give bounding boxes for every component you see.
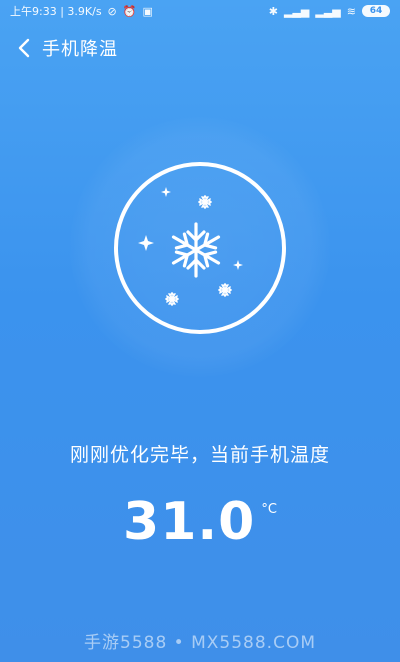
- status-bar: 上午9:33 | 3.9K/s ⊘ ⏰ ▣ ✱ ▂▃▅ ▂▃▅ ≋ 64: [0, 0, 400, 22]
- temperature-unit: °C: [261, 502, 277, 517]
- snowflake-icon: [171, 222, 221, 278]
- sparkle-icon: [161, 187, 171, 197]
- bluetooth-icon: ✱: [268, 4, 278, 18]
- small-snowflake-icon: [198, 195, 212, 209]
- notification-icon: ▣: [142, 4, 153, 18]
- temperature-readout: 31.0 °C: [0, 496, 400, 548]
- signal-icon: ▂▃▅: [315, 4, 341, 18]
- cooling-illustration: [138, 187, 243, 306]
- page-title: 手机降温: [42, 39, 118, 60]
- status-left: 上午9:33 | 3.9K/s ⊘ ⏰ ▣: [10, 3, 153, 19]
- temperature-value: 31.0: [123, 492, 256, 552]
- battery-indicator: 64: [362, 5, 390, 17]
- back-button[interactable]: [10, 32, 38, 64]
- signal-icon: ▂▃▅: [284, 4, 310, 18]
- nav-bar: 手机降温: [0, 28, 400, 68]
- alarm-icon: ⏰: [122, 4, 137, 18]
- wifi-icon: ≋: [346, 4, 356, 18]
- small-snowflake-icon: [165, 292, 179, 306]
- status-time-speed: 上午9:33 | 3.9K/s: [10, 5, 102, 18]
- optimization-message: 刚刚优化完毕，当前手机温度: [69, 444, 330, 466]
- sparkle-icon: [233, 260, 243, 270]
- status-right: ✱ ▂▃▅ ▂▃▅ ≋ 64: [269, 5, 390, 17]
- small-snowflake-icon: [218, 283, 232, 297]
- chevron-left-icon: [18, 38, 30, 58]
- no-disturb-icon: ⊘: [107, 4, 117, 18]
- watermark: 手游5588 • MX5588.COM: [84, 633, 316, 653]
- sparkle-icon: [138, 235, 154, 251]
